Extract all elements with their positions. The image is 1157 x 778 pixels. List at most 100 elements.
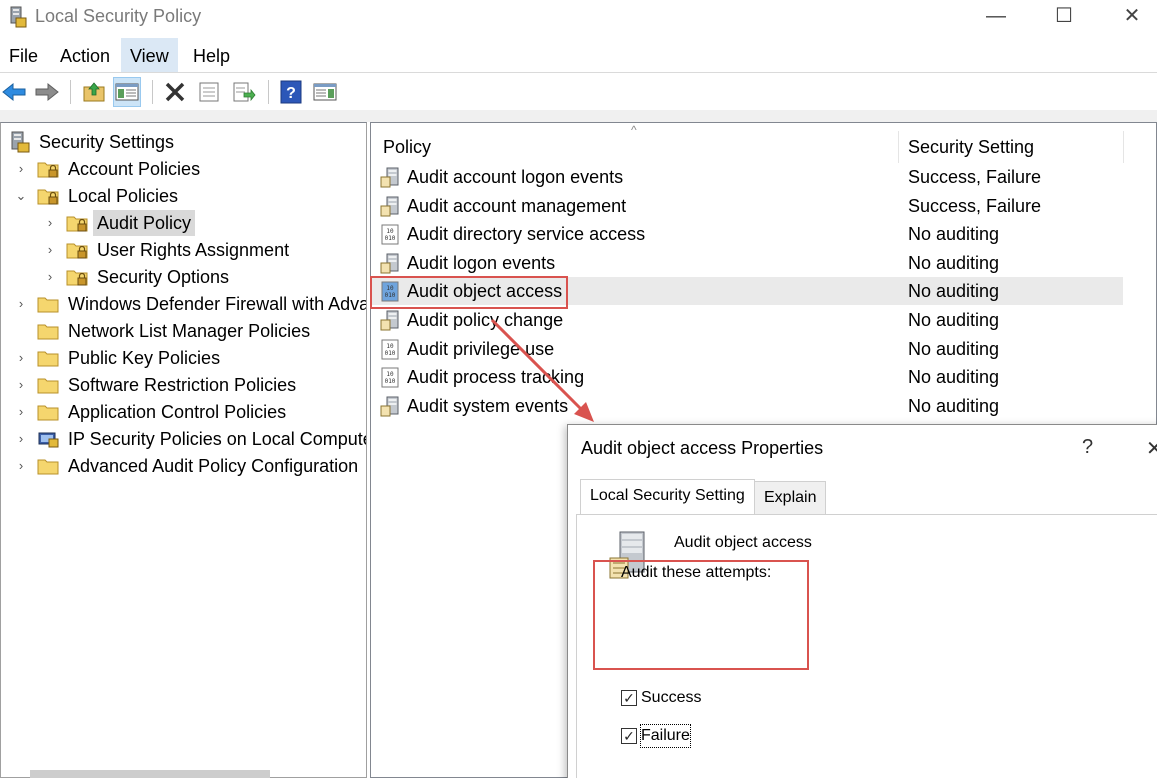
up-folder-icon[interactable] xyxy=(80,77,108,107)
tree-item[interactable]: › Software Restriction Policies xyxy=(1,372,366,398)
dialog-close-button[interactable]: ✕ xyxy=(1146,436,1157,461)
toolbar-separator xyxy=(152,80,153,104)
policy-row[interactable]: Audit policy change No auditing xyxy=(371,306,1123,334)
forward-icon[interactable] xyxy=(33,77,61,107)
svg-text:10: 10 xyxy=(386,343,394,350)
properties-icon[interactable] xyxy=(195,77,223,107)
tree-item[interactable]: ⌄ Local Policies xyxy=(1,183,366,209)
collapsed-chevron-icon[interactable]: › xyxy=(14,345,28,371)
policy-name: Audit privilege use xyxy=(407,338,555,359)
policy-folder-icon xyxy=(66,243,88,259)
policy-setting: No auditing xyxy=(908,367,1000,388)
tree-item[interactable]: › Security Options xyxy=(1,264,366,290)
column-divider[interactable] xyxy=(898,131,899,163)
tab-local-security-setting[interactable]: Local Security Setting xyxy=(580,479,755,515)
window-title: Local Security Policy xyxy=(35,6,202,26)
tree-item[interactable]: › Public Key Policies xyxy=(1,345,366,371)
collapsed-chevron-icon[interactable]: › xyxy=(14,372,28,398)
tree-label: Network List Manager Policies xyxy=(68,321,311,341)
svg-text:010: 010 xyxy=(385,235,396,242)
policy-name: Audit system events xyxy=(407,395,569,416)
svg-text:?: ? xyxy=(286,85,296,102)
tree-label: Windows Defender Firewall with Advanced … xyxy=(68,294,367,314)
policy-row[interactable]: Audit system events No auditing xyxy=(371,392,1123,420)
tree-label: Public Key Policies xyxy=(68,348,221,368)
tree-label: Local Policies xyxy=(68,186,179,206)
menu-help[interactable]: Help xyxy=(184,38,239,72)
policy-setting: No auditing xyxy=(908,338,1000,359)
menu-action[interactable]: Action xyxy=(51,38,119,72)
back-icon[interactable] xyxy=(0,77,28,107)
folder-icon xyxy=(37,378,59,394)
column-header-policy[interactable]: Policy xyxy=(383,131,431,163)
tree-horizontal-scrollbar[interactable] xyxy=(30,770,270,778)
menu-view[interactable]: View xyxy=(121,38,178,72)
tab-explain[interactable]: Explain xyxy=(754,481,827,515)
console-tree[interactable]: Security Settings › Account Policies ⌄ Loca… xyxy=(0,122,367,778)
policy-name: Audit account management xyxy=(407,195,627,216)
policy-row[interactable]: Audit logon events No auditing xyxy=(371,249,1123,277)
policy-binary-icon: 10010 xyxy=(381,339,399,360)
policy-name: Audit logon events xyxy=(407,252,556,273)
folder-icon xyxy=(37,297,59,313)
policy-row[interactable]: 10 010 Audit privilege use No auditing xyxy=(371,335,1123,363)
svg-text:010: 010 xyxy=(385,378,396,385)
collapsed-chevron-icon[interactable]: › xyxy=(14,453,28,479)
export-list-icon[interactable] xyxy=(230,77,258,107)
policy-server-icon xyxy=(380,253,399,274)
policy-row[interactable]: 10 010 Audit directory service access No au… xyxy=(371,220,1123,248)
dialog-policy-name: Audit object access xyxy=(674,534,812,551)
success-checkbox[interactable]: ✓ xyxy=(621,690,637,706)
collapsed-chevron-icon[interactable]: › xyxy=(14,399,28,425)
folder-icon xyxy=(37,459,59,475)
tree-item[interactable]: Network List Manager Policies xyxy=(1,318,366,344)
maximize-button[interactable]: ☐ xyxy=(1040,0,1088,34)
ip-security-icon xyxy=(38,432,59,448)
show-hide-tree-icon[interactable] xyxy=(113,77,141,107)
failure-label[interactable]: Failure xyxy=(640,724,691,748)
failure-checkbox[interactable]: ✓ xyxy=(621,728,637,744)
help-icon[interactable]: ? xyxy=(277,77,305,107)
folder-icon xyxy=(37,351,59,367)
tree-item[interactable]: › Advanced Audit Policy Configuration xyxy=(1,453,366,479)
properties-dialog[interactable]: Audit object access Properties ? ✕ Local… xyxy=(567,424,1157,778)
policy-setting: No auditing xyxy=(908,310,1000,330)
menu-file[interactable]: File xyxy=(0,38,47,72)
tree-item[interactable]: › Audit Policy xyxy=(1,210,366,236)
tree-label: User Rights Assignment xyxy=(97,240,290,260)
close-window-button[interactable]: ✕ xyxy=(1108,0,1156,34)
collapsed-chevron-icon[interactable]: › xyxy=(14,156,28,182)
show-hide-action-pane-icon[interactable] xyxy=(311,77,339,107)
policy-setting: Success, Failure xyxy=(908,195,1042,216)
tree-item[interactable]: › Account Policies xyxy=(1,156,366,182)
collapsed-chevron-icon[interactable]: › xyxy=(14,291,28,317)
policy-server-icon xyxy=(380,310,399,331)
column-header-security-setting[interactable]: Security Setting xyxy=(908,131,1034,163)
collapsed-chevron-icon[interactable]: › xyxy=(43,237,57,263)
tree-label: Software Restriction Policies xyxy=(68,375,297,395)
toolbar-separator xyxy=(70,80,71,104)
policy-row[interactable]: Audit account management Success, Failure xyxy=(371,192,1123,220)
minimize-button[interactable]: — xyxy=(972,0,1020,34)
menu-divider xyxy=(0,72,1157,73)
policy-binary-icon: 10010 xyxy=(381,367,399,388)
policy-name: Audit directory service access xyxy=(407,224,646,245)
tree-item[interactable]: › Application Control Policies xyxy=(1,399,366,425)
success-label[interactable]: Success xyxy=(641,687,701,709)
policy-row[interactable]: Audit account logon events Success, Failu… xyxy=(371,163,1123,191)
policy-folder-icon xyxy=(37,189,59,205)
delete-icon[interactable] xyxy=(161,77,189,107)
policy-row[interactable]: 10 010 Audit process tracking No auditing xyxy=(371,363,1123,391)
policy-server-icon xyxy=(380,396,399,417)
column-divider[interactable] xyxy=(1123,131,1124,163)
collapsed-chevron-icon[interactable]: › xyxy=(43,210,57,236)
expanded-chevron-icon[interactable]: ⌄ xyxy=(14,183,28,209)
tree-root-security-settings[interactable]: Security Settings xyxy=(1,129,361,155)
dialog-help-button[interactable]: ? xyxy=(1082,436,1093,459)
tree-item[interactable]: › Windows Defender Firewall with Advanced… xyxy=(1,291,367,317)
collapsed-chevron-icon[interactable]: › xyxy=(14,426,28,452)
folder-icon xyxy=(37,324,59,340)
collapsed-chevron-icon[interactable]: › xyxy=(43,264,57,290)
tree-item[interactable]: › User Rights Assignment xyxy=(1,237,366,263)
tree-item[interactable]: › IP Security Policies on Local Computer xyxy=(1,426,366,452)
